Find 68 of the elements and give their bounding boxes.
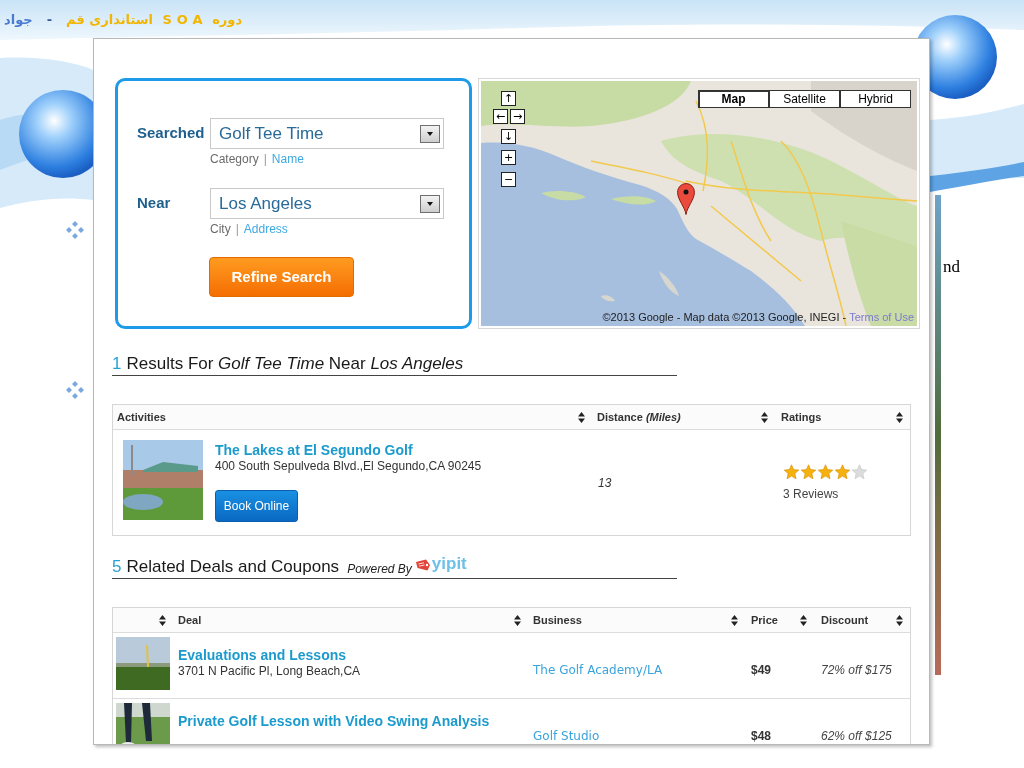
- discount-value: 72% off $175: [821, 663, 892, 677]
- sort-icon[interactable]: [800, 614, 807, 626]
- pan-button[interactable]: →: [510, 109, 525, 124]
- sort-icon[interactable]: [731, 614, 738, 626]
- dropdown-field[interactable]: Golf Tee Time: [210, 118, 444, 149]
- activity-address: 400 South Sepulveda Blvd.,El Segundo,CA 90245: [215, 459, 482, 474]
- slide-title: دوره SOA استانداری قم: [66, 11, 243, 29]
- map-type-tab[interactable]: Map: [698, 90, 769, 108]
- review-count: 3 Reviews: [783, 487, 839, 501]
- business-link[interactable]: The Golf Academy/LA: [533, 663, 663, 677]
- zoom-button[interactable]: −: [501, 172, 516, 187]
- column-header: Price: [751, 612, 778, 628]
- sort-icon[interactable]: [514, 614, 521, 626]
- star-icon: [834, 464, 851, 480]
- author-name: جواد: [4, 11, 33, 29]
- column-header: Activities: [117, 409, 166, 425]
- result-count: 1: [112, 354, 122, 374]
- search-mode-label[interactable]: Category: [210, 152, 259, 166]
- separator: |: [235, 222, 239, 236]
- column-header: Discount: [821, 612, 869, 628]
- star-icon: [783, 464, 800, 480]
- column-header: Business: [533, 612, 582, 628]
- field-label: Near: [137, 193, 172, 214]
- search-mode-label[interactable]: City: [210, 222, 231, 236]
- pan-button[interactable]: ←: [493, 109, 508, 124]
- tag-icon: [414, 559, 431, 571]
- activity-title-link[interactable]: The Lakes at El Segundo Golf: [215, 442, 413, 459]
- slide-text: nd: [943, 256, 960, 278]
- separator: |: [263, 152, 267, 166]
- pan-button[interactable]: ↑: [501, 91, 516, 106]
- star-icon: [851, 464, 868, 480]
- column-header: Ratings: [781, 409, 822, 425]
- bullet-icon: [66, 381, 84, 399]
- zoom-button[interactable]: +: [501, 150, 516, 165]
- price-value: $48: [751, 729, 772, 743]
- sort-icon[interactable]: [896, 411, 903, 423]
- sort-icon[interactable]: [578, 411, 585, 423]
- title-separator: -: [46, 11, 53, 29]
- powered-by-label: Powered By: [347, 561, 412, 577]
- deal-title-link[interactable]: Private Golf Lesson with Video Swing Analysis: [178, 713, 490, 730]
- book-online-button[interactable]: Book Online: [215, 490, 298, 522]
- price-value: $49: [751, 663, 772, 677]
- map-type-tab[interactable]: Satellite: [769, 90, 840, 108]
- field-label: Searched: [137, 123, 206, 144]
- discount-value: 62% off $125: [821, 729, 892, 743]
- dropdown-field[interactable]: Los Angeles: [210, 188, 444, 219]
- sort-icon[interactable]: [159, 614, 166, 626]
- deal-address: 3701 N Pacific Pl, Long Beach,CA: [178, 664, 361, 679]
- deals-heading: Related Deals and Coupons: [126, 557, 340, 577]
- column-header: Distance (Miles): [597, 409, 681, 425]
- results-heading: Results For Golf Tee Time Near Los Angeles: [126, 354, 464, 374]
- star-icon: [800, 464, 817, 480]
- distance-value: 13: [598, 474, 612, 492]
- column-header: Deal: [178, 612, 202, 628]
- sort-icon[interactable]: [761, 411, 768, 423]
- deal-title-link[interactable]: Evaluations and Lessons: [178, 647, 347, 664]
- pan-button[interactable]: ↓: [501, 129, 516, 144]
- sort-icon[interactable]: [896, 614, 903, 626]
- business-link[interactable]: Golf Studio: [533, 729, 600, 743]
- map-attribution: ©2013 Google - Map data ©2013 Google, INEGI -: [602, 311, 847, 324]
- deal-count: 5: [112, 557, 122, 577]
- map-type-tab[interactable]: Hybrid: [840, 90, 911, 108]
- map-pin-icon[interactable]: [677, 183, 695, 215]
- photo-placeholder: [116, 703, 170, 744]
- star-icon: [817, 464, 834, 480]
- photo-placeholder: [116, 637, 170, 690]
- bullet-icon: [66, 221, 84, 239]
- brand-name: yipit: [431, 554, 467, 574]
